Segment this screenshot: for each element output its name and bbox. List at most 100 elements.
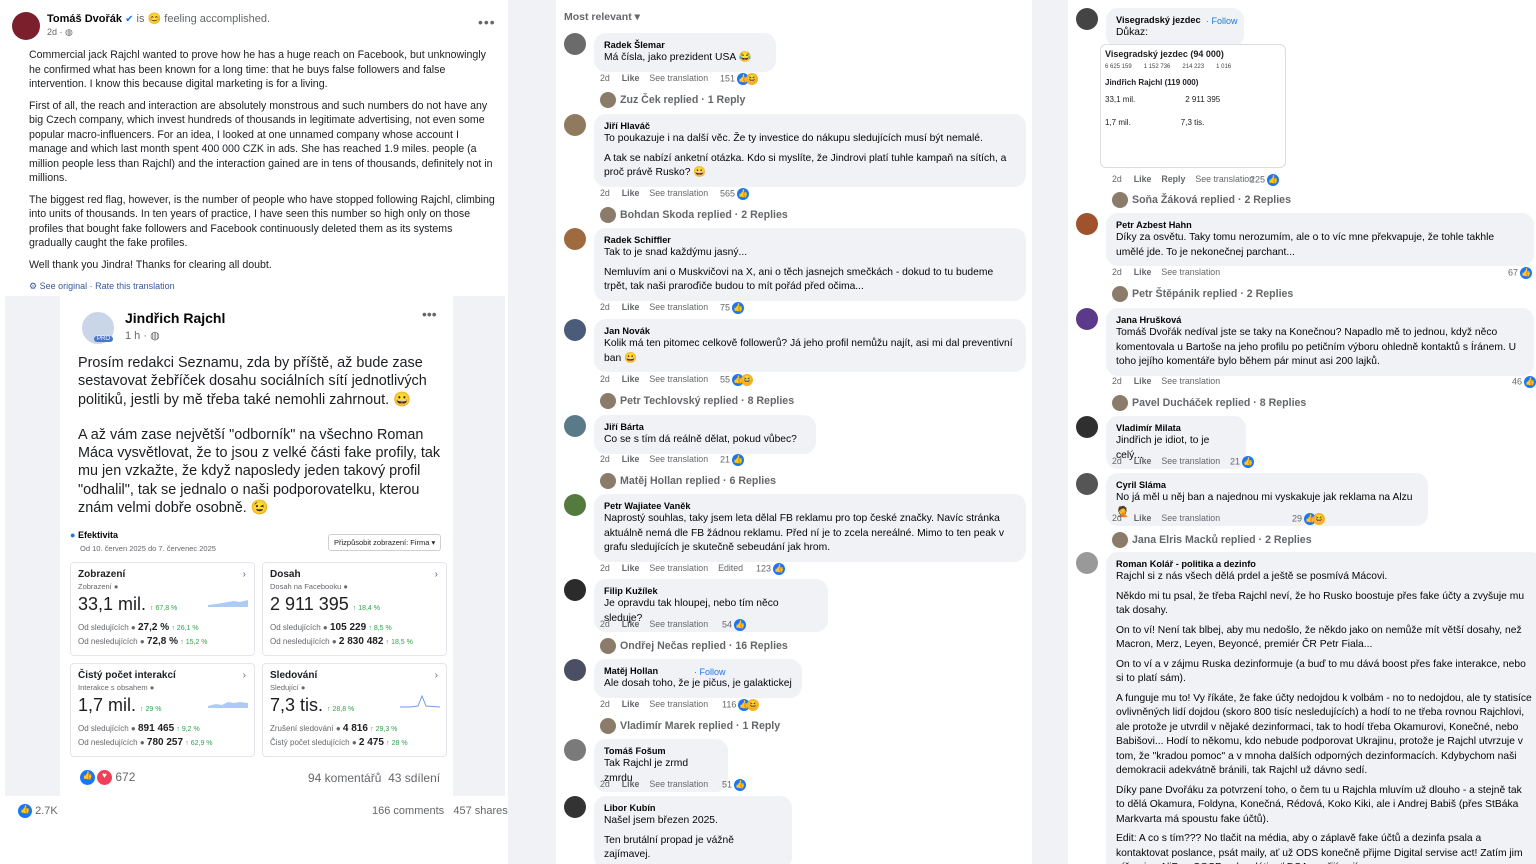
sort-dropdown[interactable]: Most relevant ▾ xyxy=(564,11,640,23)
like-icon: 👍 xyxy=(737,188,750,200)
card-sub: Sledující ● xyxy=(270,683,306,692)
more-options-icon[interactable]: ••• xyxy=(478,14,496,30)
commenter-avatar[interactable] xyxy=(1076,308,1098,330)
avatar[interactable] xyxy=(12,12,40,40)
stat-card: Dosah › Dosah na Facebooku ● 2 911 395 ↑ 1… xyxy=(262,562,447,656)
reaction-count[interactable]: 123 👍 xyxy=(756,563,786,575)
see-translation-link[interactable]: See translation xyxy=(649,619,708,629)
commenter-name[interactable]: Radek Šlemar xyxy=(604,39,766,51)
like-button[interactable]: Like xyxy=(622,619,640,629)
see-original-link[interactable]: ⚙ See original · Rate this translation xyxy=(29,279,495,294)
follow-link[interactable]: · Follow xyxy=(694,667,726,677)
like-button[interactable]: Like xyxy=(1134,267,1152,277)
commenter-avatar[interactable] xyxy=(564,579,586,601)
see-translation-link[interactable]: See translation xyxy=(1161,456,1220,466)
commenter-name[interactable]: Libor Kubín xyxy=(604,802,782,814)
like-button[interactable]: Like xyxy=(622,73,640,83)
commenter-avatar[interactable] xyxy=(564,739,586,761)
reaction-count[interactable]: 29 👍😆 xyxy=(1292,513,1326,525)
commenter-avatar[interactable] xyxy=(1076,473,1098,495)
commenter-avatar[interactable] xyxy=(1076,213,1098,235)
like-button[interactable]: Like xyxy=(1134,174,1152,184)
like-button[interactable]: Like xyxy=(622,374,640,384)
view-replies-link[interactable]: Bohdan Skoda replied · 2 Replies xyxy=(600,207,788,223)
commenter-avatar[interactable] xyxy=(1076,8,1098,30)
reply-button[interactable]: Reply xyxy=(1161,174,1185,184)
view-replies-link[interactable]: Vladimír Marek replied · 1 Reply xyxy=(600,718,780,734)
commenter-avatar[interactable] xyxy=(564,114,586,136)
like-button[interactable]: Like xyxy=(622,699,640,709)
commenter-name[interactable]: Jan Novák xyxy=(604,325,1016,337)
commenter-name[interactable]: Vladimír Milata xyxy=(1116,422,1236,434)
commenter-avatar[interactable] xyxy=(564,796,586,818)
view-replies-link[interactable]: Ondřej Nečas replied · 16 Replies xyxy=(600,638,788,654)
reaction-count[interactable]: 21 👍 xyxy=(1230,456,1255,468)
comment-time: 2d xyxy=(1112,174,1122,184)
see-translation-link[interactable]: See translation xyxy=(649,779,708,789)
commenter-avatar[interactable] xyxy=(564,228,586,250)
like-button[interactable]: Like xyxy=(622,563,640,573)
reaction-count[interactable]: 46 👍 xyxy=(1512,376,1536,388)
reaction-count[interactable]: 116 👍😆 xyxy=(722,699,760,711)
see-translation-link[interactable]: See translation xyxy=(649,374,708,384)
view-replies-link[interactable]: Zuz Ček replied · 1 Reply xyxy=(600,92,745,108)
view-replies-link[interactable]: Soňa Žáková replied · 2 Replies xyxy=(1112,192,1291,208)
like-button[interactable]: Like xyxy=(622,188,640,198)
reaction-count[interactable]: 565 👍 xyxy=(720,188,750,200)
reaction-count[interactable]: 75 👍 xyxy=(720,302,745,314)
commenter-avatar[interactable] xyxy=(564,319,586,341)
like-button[interactable]: Like xyxy=(1134,376,1152,386)
commenter-avatar[interactable] xyxy=(1076,416,1098,438)
commenter-avatar[interactable] xyxy=(564,415,586,437)
commenter-name[interactable]: Jiří Bárta xyxy=(604,421,806,433)
like-button[interactable]: Like xyxy=(1134,513,1152,523)
reaction-count[interactable]: 51 👍 xyxy=(722,779,747,791)
like-button[interactable]: Like xyxy=(622,302,640,312)
commenter-name[interactable]: Jana Hrušková xyxy=(1116,314,1524,326)
reaction-count[interactable]: 151 👍😆 xyxy=(720,73,759,85)
like-button[interactable]: Like xyxy=(622,779,640,789)
see-translation-link[interactable]: See translation xyxy=(1161,376,1220,386)
see-translation-link[interactable]: See translation xyxy=(1161,267,1220,277)
proof-image[interactable]: Visegradský jezdec (94 000) 6 625 159 1 1… xyxy=(1100,44,1286,168)
commenter-avatar[interactable] xyxy=(564,33,586,55)
reaction-count[interactable]: 55 👍😆 xyxy=(720,374,754,386)
like-button[interactable]: Like xyxy=(1134,456,1152,466)
author-name[interactable]: Tomáš Dvořák xyxy=(47,13,122,25)
see-translation-link[interactable]: See translation xyxy=(649,188,708,198)
see-translation-link[interactable]: See translation xyxy=(649,302,708,312)
see-translation-link[interactable]: See translation xyxy=(1195,174,1254,184)
view-replies-link[interactable]: Petr Štěpánik replied · 2 Replies xyxy=(1112,286,1293,302)
see-translation-link[interactable]: See translation xyxy=(649,73,708,83)
see-translation-link[interactable]: See translation xyxy=(649,563,708,573)
commenter-name[interactable]: Petr Azbest Hahn xyxy=(1116,219,1524,231)
reaction-count[interactable]: 67 👍 xyxy=(1508,267,1533,279)
commenter-name[interactable]: Roman Kolář - politika a dezinfo xyxy=(1116,558,1532,570)
view-replies-link[interactable]: Petr Techlovský replied · 8 Replies xyxy=(600,393,794,409)
view-replies-link[interactable]: Pavel Ducháček replied · 8 Replies xyxy=(1112,395,1306,411)
see-translation-link[interactable]: See translation xyxy=(1161,513,1220,523)
follow-link[interactable]: · Follow xyxy=(1206,16,1238,26)
reaction-count[interactable]: 54 👍 xyxy=(722,619,747,631)
post-reactions[interactable]: 👍 2.7K xyxy=(16,804,58,818)
commenter-avatar[interactable] xyxy=(1076,552,1098,574)
like-button[interactable]: Like xyxy=(622,454,640,464)
commenter-name[interactable]: Jiří Hlaváč xyxy=(604,120,1016,132)
commenter-avatar[interactable] xyxy=(564,494,586,516)
commenter-name[interactable]: Filip Kužílek xyxy=(604,585,818,597)
view-replies-link[interactable]: Matěj Hollan replied · 6 Replies xyxy=(600,473,776,489)
commenter-name[interactable]: Petr Wajiatee Vaněk xyxy=(604,500,1016,512)
comment-text: Někdo mi tu psal, že třeba Rajchl neví, … xyxy=(1116,590,1525,617)
reaction-count[interactable]: 21 👍 xyxy=(720,454,745,466)
see-translation-link[interactable]: See translation xyxy=(649,454,708,464)
commenter-name[interactable]: Radek Schiffler xyxy=(604,234,1016,246)
view-replies-link[interactable]: Jana Elris Macků replied · 2 Replies xyxy=(1112,532,1312,548)
commenter-name[interactable]: Cyril Sláma xyxy=(1116,479,1418,491)
see-translation-link[interactable]: See translation xyxy=(649,699,708,709)
reaction-count[interactable]: 225 👍 xyxy=(1250,174,1280,186)
commenter-avatar[interactable] xyxy=(564,659,586,681)
commenter-name[interactable]: Tomáš Fošum xyxy=(604,745,718,757)
replies-text: Petr Techlovský replied · 8 Replies xyxy=(620,394,795,407)
shares-count[interactable]: 457 shares xyxy=(453,805,507,817)
comments-count[interactable]: 166 comments xyxy=(372,805,444,817)
